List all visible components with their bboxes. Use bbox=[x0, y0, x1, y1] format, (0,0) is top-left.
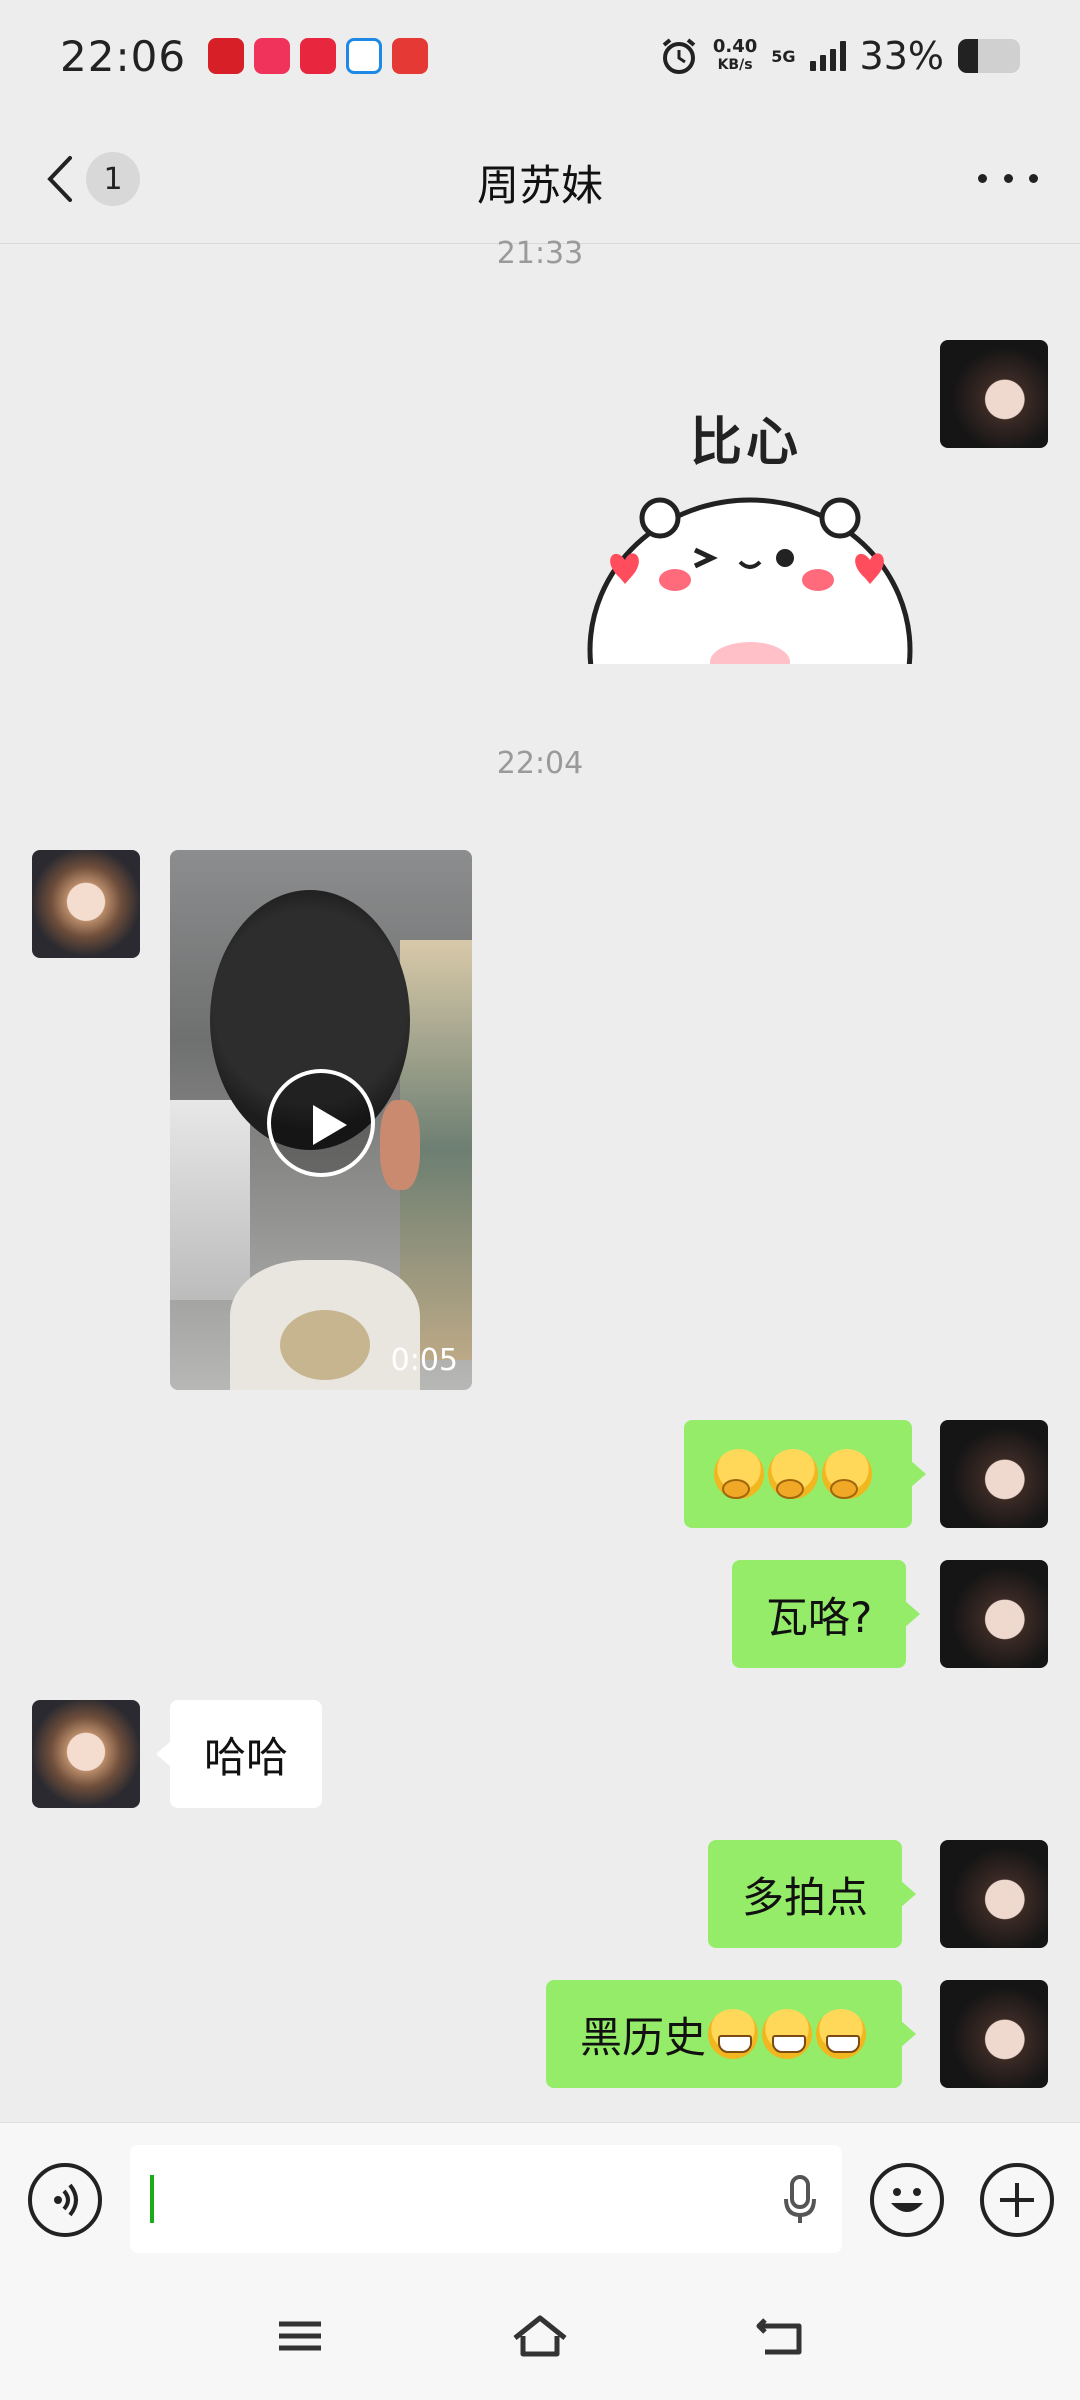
video-frame-detail bbox=[380, 1100, 420, 1190]
emoji-icon[interactable] bbox=[870, 2163, 944, 2237]
home-icon[interactable] bbox=[505, 2306, 575, 2366]
plus-icon[interactable] bbox=[980, 2163, 1054, 2237]
my-avatar[interactable] bbox=[940, 1560, 1048, 1668]
status-indicators: 0.40 KB/s 5G 33% bbox=[659, 34, 1020, 78]
grinning-face-icon bbox=[708, 2009, 759, 2059]
grinning-face-icon bbox=[816, 2009, 867, 2059]
battery-fill bbox=[958, 39, 979, 73]
thinking-face-icon bbox=[768, 1449, 818, 1499]
my-avatar[interactable] bbox=[940, 1420, 1048, 1528]
speed-unit: KB/s bbox=[717, 57, 753, 73]
shopping-app-icon bbox=[300, 38, 337, 74]
input-bar bbox=[0, 2122, 1080, 2276]
video-frame-detail bbox=[170, 1100, 250, 1300]
thinking-face-icon bbox=[714, 1449, 764, 1499]
alarm-icon bbox=[662, 38, 696, 74]
video-duration: 0:05 bbox=[390, 1343, 458, 1378]
video-message[interactable]: 0:05 bbox=[170, 850, 472, 1390]
network-speed: 0.40 KB/s bbox=[713, 38, 757, 74]
shopping-app-icon bbox=[254, 38, 291, 74]
timestamp: 22:04 bbox=[496, 746, 584, 781]
contact-avatar[interactable] bbox=[32, 1700, 140, 1808]
bear-sticker-icon bbox=[587, 497, 913, 664]
message-bubble[interactable]: 瓦咯? bbox=[732, 1560, 921, 1668]
message-text: 黑历史 bbox=[580, 2012, 707, 2062]
notification-icons bbox=[208, 38, 429, 74]
system-nav-bar bbox=[0, 2276, 1080, 2400]
message-bubble-emoji[interactable] bbox=[684, 1420, 926, 1528]
status-time: 22:06 bbox=[60, 31, 187, 81]
chat-header: 1 周苏妹 bbox=[0, 112, 1080, 244]
timestamp: 21:33 bbox=[496, 236, 584, 271]
voice-icon[interactable] bbox=[28, 2163, 102, 2237]
signal-icon bbox=[809, 41, 846, 71]
speed-value: 0.40 bbox=[712, 36, 758, 57]
my-avatar[interactable] bbox=[940, 1980, 1048, 2088]
microphone-icon[interactable] bbox=[780, 2173, 820, 2227]
chat-title: 周苏妹 bbox=[476, 161, 603, 210]
my-avatar[interactable] bbox=[940, 340, 1048, 448]
status-bar: 22:06 0.40 KB/s 5G 33% bbox=[0, 0, 1080, 112]
payment-app-icon bbox=[392, 38, 429, 74]
back-nav-icon[interactable] bbox=[745, 2306, 815, 2366]
bank-app-icon bbox=[208, 38, 245, 74]
more-icon[interactable] bbox=[978, 168, 1038, 188]
grinning-face-icon bbox=[762, 2009, 813, 2059]
message-input[interactable] bbox=[130, 2145, 842, 2253]
menu-icon[interactable] bbox=[265, 2306, 335, 2366]
play-icon[interactable] bbox=[267, 1069, 375, 1177]
messenger-app-icon bbox=[346, 38, 383, 74]
thinking-face-icon bbox=[822, 1449, 872, 1499]
message-bubble-with-emoji[interactable]: 黑历史 bbox=[546, 1980, 917, 2088]
text-caret bbox=[150, 2175, 154, 2223]
contact-avatar[interactable] bbox=[32, 850, 140, 958]
message-bubble[interactable]: 哈哈 bbox=[155, 1700, 323, 1808]
my-avatar[interactable] bbox=[940, 1840, 1048, 1948]
message-bubble[interactable]: 多拍点 bbox=[708, 1840, 917, 1948]
battery-icon bbox=[958, 39, 1020, 73]
battery-percent: 33% bbox=[859, 34, 944, 78]
network-type: 5G bbox=[771, 46, 796, 66]
heart-sticker[interactable]: 比心 bbox=[580, 400, 920, 664]
